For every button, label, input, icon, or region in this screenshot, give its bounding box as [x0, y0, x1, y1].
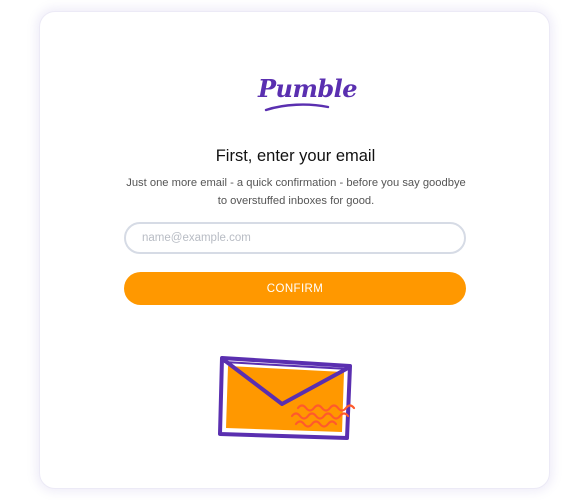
envelope-icon — [218, 356, 356, 440]
logo-underline-swoosh — [264, 103, 330, 112]
page-description: Just one more email - a quick confirmati… — [126, 177, 466, 207]
pumble-logo: Pumble — [258, 74, 358, 120]
email-field[interactable] — [124, 222, 466, 254]
page-title: First, enter your email — [215, 147, 376, 165]
confirm-button[interactable]: CONFIRM — [124, 272, 466, 305]
confirm-email-card: Pumble First, enter your email Just one … — [39, 11, 550, 489]
